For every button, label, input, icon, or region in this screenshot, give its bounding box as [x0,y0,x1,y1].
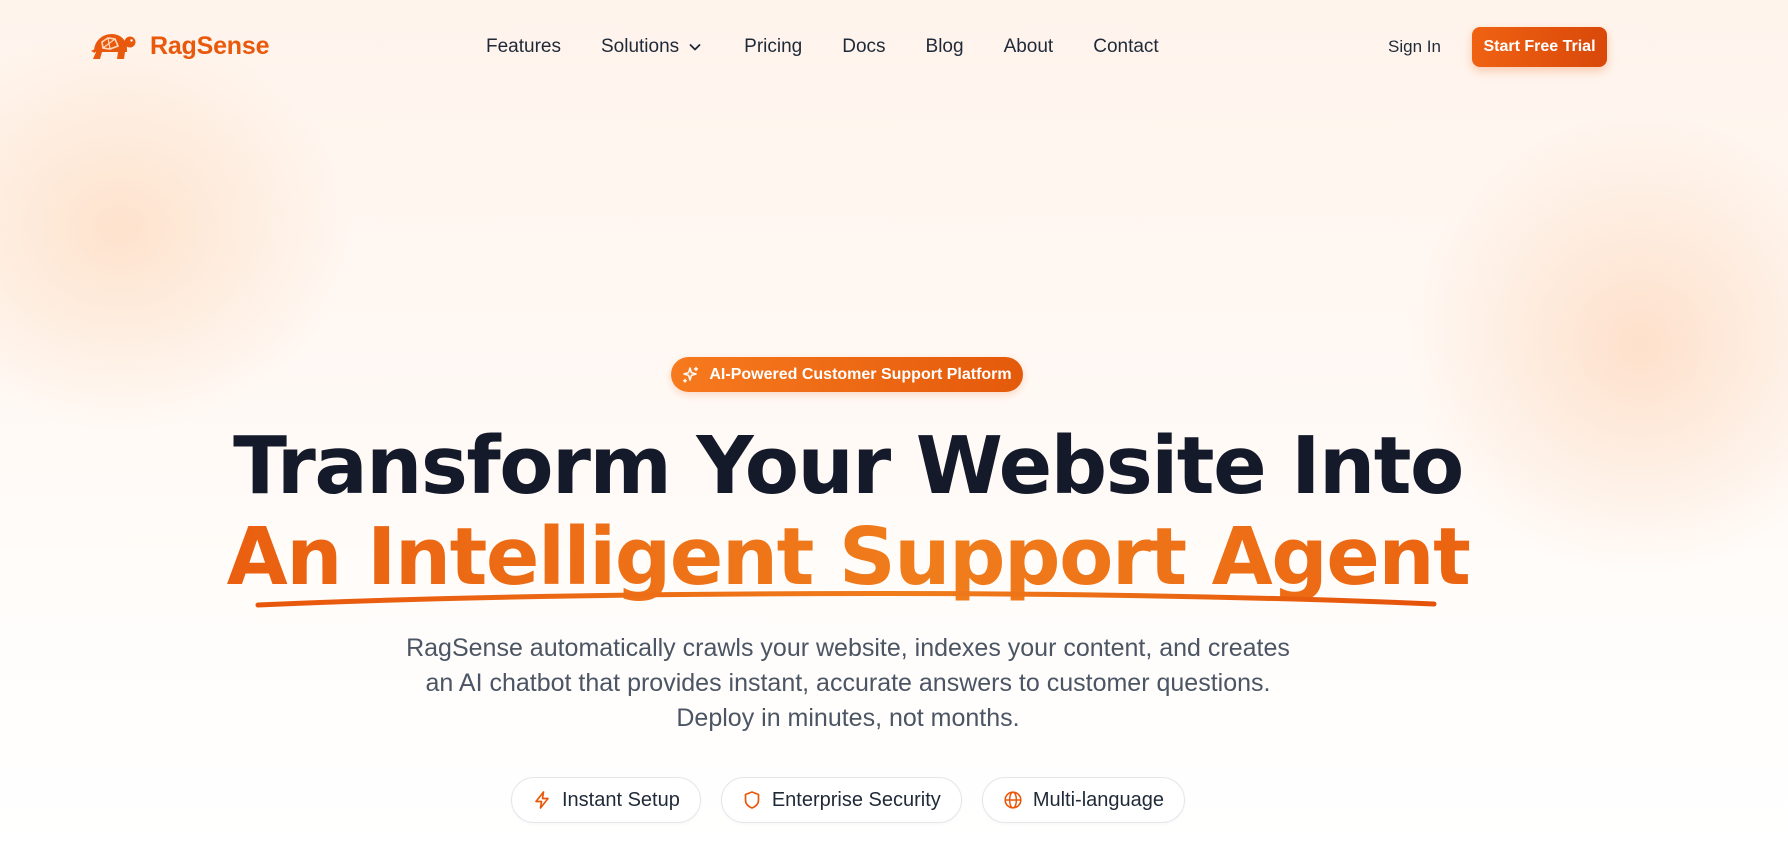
hero-subtitle-line: RagSense automatically crawls your websi… [406,634,1290,662]
nav-solutions-label: Solutions [600,36,680,57]
feature-pill-instant-setup: Instant Setup [510,777,701,823]
nav-solutions[interactable]: Solutions [601,36,703,58]
hero-title-line1: Transform Your Website Into [233,420,1464,512]
title-underline [255,591,1437,608]
feature-pills: Instant Setup Enterprise Security Multi-… [0,777,1696,823]
sparkles-icon [683,366,699,383]
feature-pill-label: Instant Setup [561,788,680,811]
nav-about[interactable]: About [1004,36,1054,58]
hero-badge-label: AI-Powered Customer Support Platform [709,365,1012,383]
hero-subtitle: RagSense automatically crawls your websi… [0,631,1696,736]
lightning-icon [535,791,549,809]
turtle-icon [88,28,136,64]
nav-pricing[interactable]: Pricing [744,36,802,58]
feature-pill-label: Enterprise Security [771,788,941,811]
nav-docs[interactable]: Docs [842,36,885,58]
hero-subtitle-line: Deploy in minutes, not months. [676,704,1020,732]
globe-icon [1004,791,1022,809]
feature-pill-multi-language: Multi-language [981,777,1186,823]
shield-icon [744,791,760,809]
main-nav: Features Solutions Pricing Docs Blog Abo… [486,36,1159,58]
brand-name: RagSense [150,31,270,60]
nav-blog[interactable]: Blog [926,36,964,58]
hero-badge: AI-Powered Customer Support Platform [671,357,1023,392]
nav-contact[interactable]: Contact [1093,36,1158,58]
chevron-down-icon [689,44,701,51]
hero-subtitle-line: an AI chatbot that provides instant, acc… [425,669,1271,697]
sign-in-link[interactable]: Sign In [1388,37,1441,57]
nav-features[interactable]: Features [486,36,561,58]
feature-pill-label: Multi-language [1032,788,1165,811]
brand-logo[interactable]: RagSense [88,28,269,64]
feature-pill-enterprise-security: Enterprise Security [720,777,962,823]
start-free-trial-button[interactable]: Start Free Trial [1472,27,1607,67]
